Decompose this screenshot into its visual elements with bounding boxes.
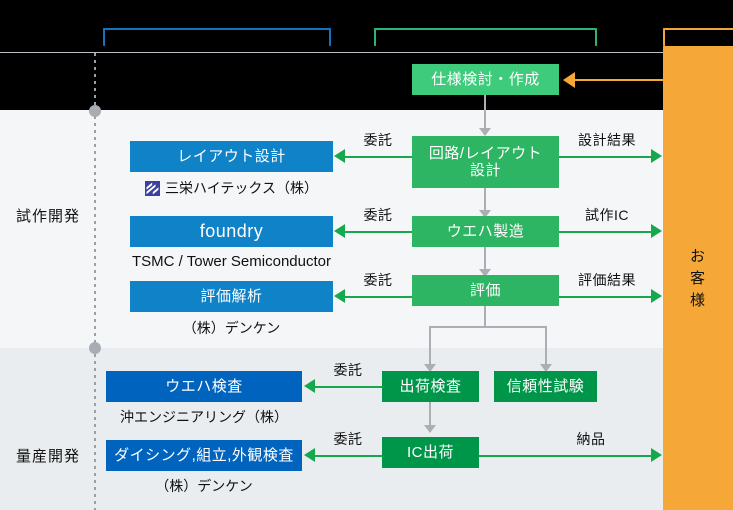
arrow-itaku-3-head: [334, 289, 345, 303]
arrow-itaku-4-line: [315, 386, 382, 388]
arrow-prototype-ic-head: [651, 224, 662, 238]
label-design-result: 設計結果: [578, 132, 636, 148]
box-layout-design-partner[interactable]: レイアウト設計: [130, 141, 333, 172]
arrow-itaku-1-line: [345, 156, 412, 158]
box-reliability-test[interactable]: 信頼性試験: [494, 371, 597, 402]
vendor-denken-mass: （株）デンケン: [155, 478, 253, 494]
vendor-sanei-hitecs: 三栄ハイテックス（株）: [130, 178, 333, 198]
spec-black-band: [0, 53, 733, 110]
sanei-logo-icon: [144, 180, 160, 196]
arrow-itaku-5-line: [315, 455, 382, 457]
label-prototype-ic: 試作IC: [585, 207, 629, 223]
label-itaku-5: 委託: [333, 431, 363, 447]
label-eval-result: 評価結果: [578, 272, 636, 288]
arrow-itaku-3-line: [345, 296, 412, 298]
phase-label-mass-production: 量産開発: [16, 448, 81, 465]
branch-crossbar: [429, 326, 546, 328]
box-evaluation[interactable]: 評価: [412, 275, 559, 306]
label-itaku-2: 委託: [363, 207, 393, 223]
bracket-orange: [663, 28, 733, 46]
label-itaku-1: 委託: [363, 132, 393, 148]
connector-spec-to-circuit-line: [484, 95, 486, 131]
box-foundry-partner[interactable]: foundry: [130, 216, 333, 247]
arrow-customer-to-spec-head: [563, 72, 575, 88]
timeline-dot-prototype: [89, 105, 101, 117]
arrow-itaku-4-head: [304, 379, 315, 393]
branch-right-line: [545, 326, 547, 368]
customer-label: お 客 様: [663, 246, 733, 311]
arrow-design-result-line: [559, 156, 653, 158]
label-itaku-4: 委託: [333, 362, 363, 378]
connector-spec-to-circuit-head: [479, 128, 491, 136]
arrow-itaku-2-head: [334, 224, 345, 238]
box-circuit-layout-design-line2: 設計: [469, 162, 501, 179]
box-wafer-manufacturing[interactable]: ウエハ製造: [412, 216, 559, 247]
box-wafer-inspection-partner[interactable]: ウエハ検査: [106, 371, 302, 402]
timeline-dotted-line: [94, 53, 96, 510]
connector-shipinsp-to-icship-head: [424, 425, 436, 433]
flow-diagram: お 客 様 試作開発 量産開発 仕様検討・作成 回路/レイアウト 設計 ウエハ製…: [0, 0, 733, 510]
box-evaluation-analysis-partner[interactable]: 評価解析: [130, 281, 333, 312]
label-delivery: 納品: [576, 431, 606, 447]
phase-label-prototype: 試作開発: [16, 208, 81, 225]
vendor-sanei-hitecs-label: 三栄ハイテックス（株）: [164, 180, 319, 196]
box-shipping-inspection[interactable]: 出荷検査: [382, 371, 479, 402]
customer-char-3: 様: [689, 291, 706, 309]
box-circuit-layout-design-line1: 回路/レイアウト: [428, 144, 543, 162]
arrow-eval-result-line: [559, 296, 653, 298]
arrow-design-result-head: [651, 149, 662, 163]
box-spec-review[interactable]: 仕様検討・作成: [412, 64, 559, 95]
vendor-tsmc-tower: TSMC / Tower Semiconductor: [132, 253, 331, 270]
customer-char-2: 客: [689, 269, 706, 287]
arrow-itaku-2-line: [345, 231, 412, 233]
arrow-delivery-line: [479, 455, 653, 457]
box-ic-shipment[interactable]: IC出荷: [382, 437, 479, 468]
box-dicing-assembly-inspection-partner[interactable]: ダイシング,組立,外観検査: [106, 440, 302, 471]
arrow-customer-to-spec-line: [575, 79, 663, 81]
label-itaku-3: 委託: [363, 272, 393, 288]
branch-stem: [484, 306, 486, 327]
customer-column: お 客 様: [663, 46, 733, 510]
arrow-itaku-5-head: [304, 448, 315, 462]
arrow-prototype-ic-line: [559, 231, 653, 233]
arrow-itaku-1-head: [334, 149, 345, 163]
customer-char-1: お: [689, 248, 706, 265]
vendor-oki-engineering: 沖エンジニアリング（株）: [120, 409, 288, 425]
bracket-green: [374, 28, 597, 46]
bracket-blue: [103, 28, 331, 46]
arrow-eval-result-head: [651, 289, 662, 303]
branch-left-line: [429, 326, 431, 368]
timeline-dot-mass: [89, 342, 101, 354]
vendor-denken-proto: （株）デンケン: [182, 320, 281, 336]
box-circuit-layout-design[interactable]: 回路/レイアウト 設計: [412, 136, 559, 188]
arrow-delivery-head: [651, 448, 662, 462]
